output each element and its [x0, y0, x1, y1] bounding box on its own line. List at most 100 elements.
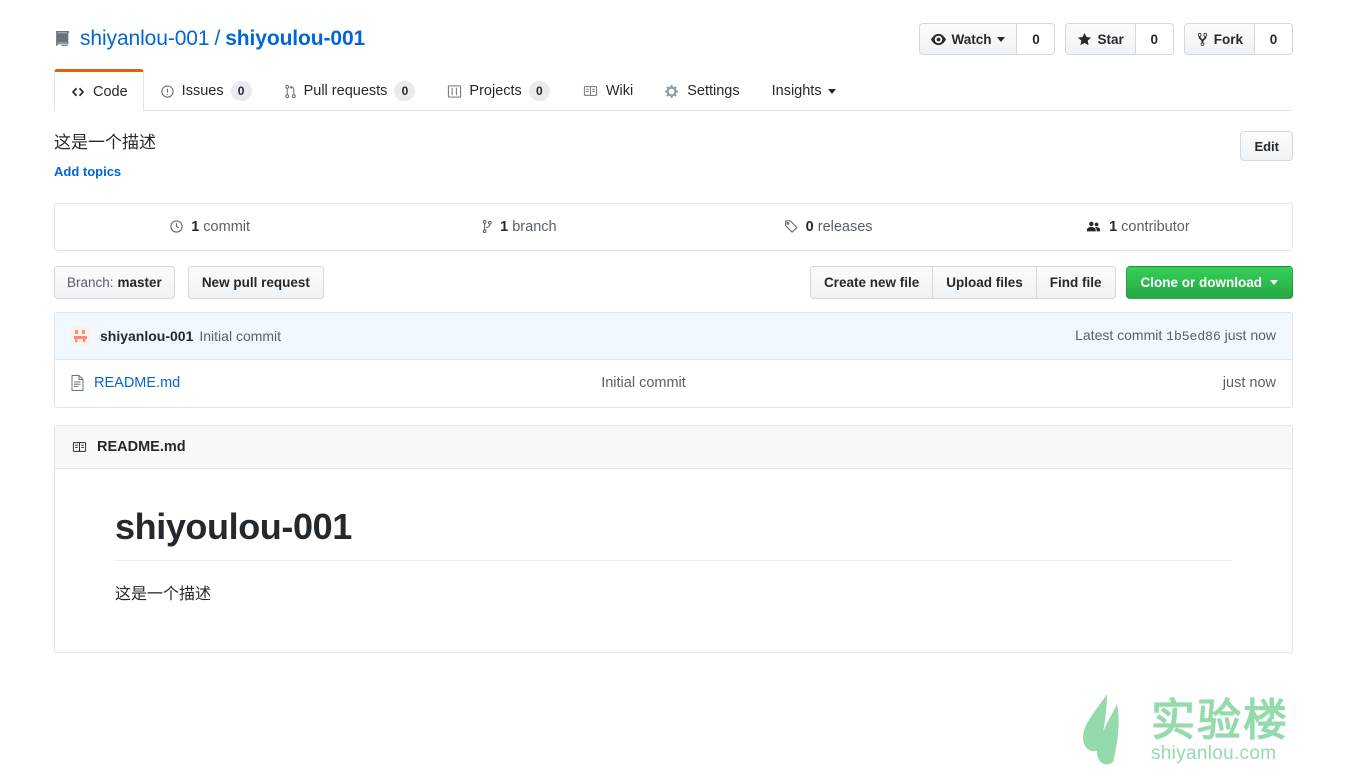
readme-paragraph: 这是一个描述	[115, 585, 212, 603]
commit-message[interactable]: Initial commit	[199, 328, 281, 344]
commit-author-link[interactable]: shiyanlou-001	[100, 328, 193, 344]
star-icon	[1077, 32, 1092, 47]
branch-selector[interactable]: Branch: master	[54, 265, 175, 299]
tab-insights-label: Insights	[771, 83, 822, 99]
description-block: 这是一个描述 Add topics	[54, 131, 156, 181]
latest-commit-info: Latest commit 1b5ed86 just now	[1075, 327, 1276, 344]
clone-or-download-button[interactable]: Clone or download	[1125, 265, 1293, 299]
fork-icon	[1196, 32, 1209, 47]
fork-label: Fork	[1213, 31, 1243, 47]
new-pull-request-button[interactable]: New pull request	[187, 265, 324, 299]
tab-code-label: Code	[93, 83, 128, 100]
commit-author-block: shiyanlou-001 Initial commit	[71, 325, 281, 346]
repo-name-link[interactable]: shiyoulou-001	[225, 26, 365, 51]
file-name-cell: README.md	[71, 375, 601, 392]
readme-panel: README.md shiyoulou-001 这是一个描述	[54, 424, 1293, 653]
tab-wiki-label: Wiki	[605, 83, 634, 99]
commit-time: just now	[1224, 327, 1276, 344]
gear-icon	[665, 84, 680, 99]
branch-name-label: master	[117, 274, 162, 290]
tab-code[interactable]: Code	[54, 69, 144, 111]
git-branch-icon	[481, 219, 493, 234]
add-topics-link[interactable]: Add topics	[54, 164, 121, 179]
repo-actions: Watch 0 Star 0 Fork 0	[919, 23, 1293, 55]
latest-commit-prefix: Latest commit	[1075, 327, 1163, 344]
star-button[interactable]: Star	[1065, 23, 1136, 55]
code-icon	[70, 85, 86, 99]
upload-files-button[interactable]: Upload files	[933, 265, 1037, 299]
tab-issues-count: 0	[230, 81, 252, 101]
tab-issues-label: Issues	[181, 83, 224, 99]
fork-button-group: Fork 0	[1183, 23, 1293, 55]
readme-header: README.md	[55, 425, 1292, 469]
tab-projects-count: 0	[528, 81, 550, 101]
tag-icon	[784, 219, 799, 234]
tab-pull-requests[interactable]: Pull requests 0	[268, 70, 432, 111]
create-new-file-button[interactable]: Create new file	[809, 265, 934, 299]
tab-settings[interactable]: Settings	[649, 70, 755, 111]
commit-sha[interactable]: 1b5ed86	[1166, 329, 1221, 344]
find-file-button[interactable]: Find file	[1036, 265, 1116, 299]
toolbar-right: Create new file Upload files Find file C…	[809, 265, 1293, 299]
tab-pull-requests-count: 0	[394, 81, 416, 101]
repo-description: 这是一个描述	[54, 133, 156, 152]
stat-branches-label: branch	[512, 218, 557, 235]
tab-pull-requests-label: Pull requests	[303, 83, 388, 99]
tab-settings-label: Settings	[687, 83, 740, 99]
tab-projects[interactable]: Projects 0	[431, 70, 565, 111]
file-actions-group: Create new file Upload files Find file	[809, 265, 1116, 299]
star-button-group: Star 0	[1065, 23, 1174, 55]
breadcrumb-separator: /	[214, 27, 221, 51]
issue-opened-icon	[160, 84, 175, 99]
stat-releases-label: releases	[817, 218, 873, 235]
shiyanlou-logo-icon	[1077, 690, 1141, 775]
stat-commits-label: commit	[203, 218, 251, 235]
repo-book-icon	[54, 30, 71, 48]
watermark-text: 实验楼 shiyanlou.com	[1151, 695, 1289, 766]
repo-header: shiyanlou-001 / shiyoulou-001 Watch 0 St…	[0, 0, 1347, 111]
book-icon	[71, 440, 88, 454]
stat-releases-value: 0	[805, 218, 814, 235]
repo-nav-tabs: Code Issues 0 Pull requests 0 Projects 0…	[54, 69, 1293, 111]
tab-projects-label: Projects	[469, 83, 522, 99]
readme-heading: shiyoulou-001	[115, 506, 1232, 561]
stat-contributors-label: contributor	[1121, 218, 1190, 235]
file-link[interactable]: README.md	[94, 375, 180, 391]
fork-count[interactable]: 0	[1255, 23, 1293, 55]
edit-button[interactable]: Edit	[1240, 131, 1293, 161]
table-row: README.md Initial commit just now	[55, 360, 1292, 407]
file-table: shiyanlou-001 Initial commit Latest comm…	[54, 311, 1293, 408]
people-icon	[1085, 220, 1102, 234]
repo-owner-link[interactable]: shiyanlou-001	[80, 26, 210, 51]
chevron-down-icon	[1270, 279, 1278, 285]
readme-body: shiyoulou-001 这是一个描述	[55, 469, 1292, 652]
tab-issues[interactable]: Issues 0	[144, 70, 268, 111]
clone-label: Clone or download	[1140, 274, 1263, 290]
stat-commits[interactable]: 1 commit	[55, 204, 364, 250]
branch-prefix-label: Branch:	[67, 274, 114, 290]
git-pull-request-icon	[284, 84, 297, 99]
star-count[interactable]: 0	[1135, 23, 1174, 55]
stat-releases[interactable]: 0 releases	[674, 204, 983, 250]
stat-contributors[interactable]: 1 contributor	[983, 204, 1292, 250]
watch-button[interactable]: Watch	[919, 23, 1018, 55]
avatar[interactable]	[71, 325, 91, 346]
stat-branches[interactable]: 1 branch	[364, 204, 673, 250]
file-commit-time: just now	[1222, 375, 1276, 392]
toolbar-left: Branch: master New pull request	[54, 265, 324, 299]
fork-button[interactable]: Fork	[1183, 23, 1255, 55]
star-label: Star	[1097, 31, 1124, 47]
history-icon	[169, 219, 184, 234]
github-repo-page: shiyanlou-001 / shiyoulou-001 Watch 0 St…	[0, 0, 1347, 781]
watch-label: Watch	[951, 31, 992, 47]
watch-count[interactable]: 0	[1017, 23, 1056, 55]
watermark-en: shiyanlou.com	[1151, 743, 1277, 765]
watermark-cn: 实验楼	[1151, 695, 1289, 745]
file-commit-message[interactable]: Initial commit	[601, 375, 1223, 391]
book-icon	[582, 84, 599, 98]
file-icon	[71, 375, 84, 392]
tab-wiki[interactable]: Wiki	[566, 70, 649, 111]
chevron-down-icon	[997, 36, 1006, 42]
readme-title: README.md	[97, 438, 186, 455]
tab-insights[interactable]: Insights	[756, 70, 852, 111]
